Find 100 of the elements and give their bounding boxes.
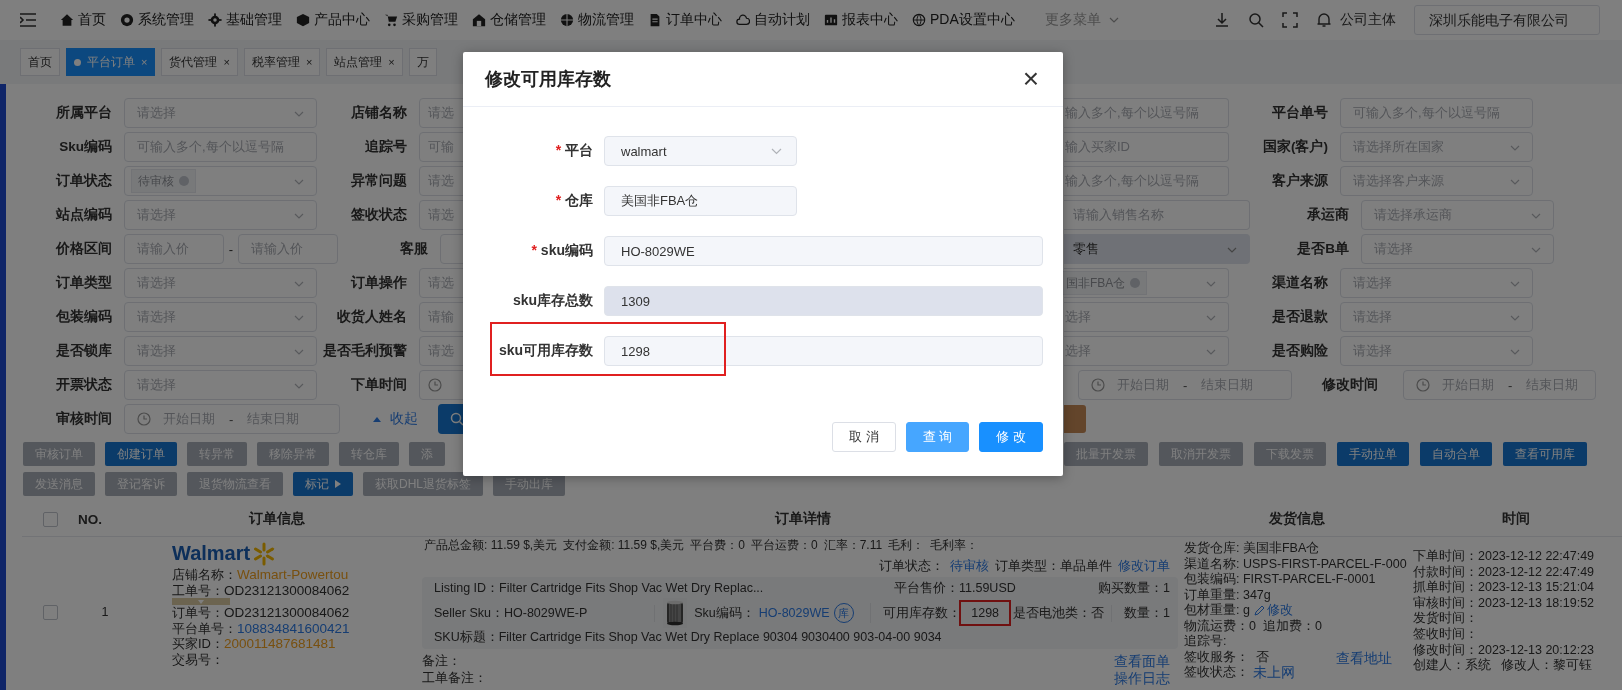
page-tab[interactable]: 税率管理 × [243, 48, 321, 76]
chevron-down-icon [1531, 247, 1541, 253]
filter-label: 国家(客户) [1262, 138, 1328, 156]
page-tab[interactable]: 平台订单 × [66, 48, 156, 76]
sku-link[interactable]: HO-8029WE [758, 606, 830, 620]
nav-menu-item[interactable]: 报表中心 [824, 11, 898, 29]
dialog-button[interactable]: 修 改 [979, 422, 1043, 452]
action-button[interactable]: 标记 [293, 472, 353, 496]
select-all-checkbox[interactable] [42, 511, 58, 527]
nav-menu-item[interactable]: PDA设置中心 [912, 11, 1015, 29]
summary-text: 毛利： [888, 537, 925, 554]
order-field-label: 交易号： [172, 651, 224, 667]
reset-button[interactable] [1064, 405, 1086, 433]
nav-menu-item[interactable]: 仓储管理 [472, 11, 546, 29]
cube-icon [296, 13, 310, 27]
filter-label: 订单类型 [54, 274, 112, 292]
order-field-value: 200011487681481 [224, 636, 336, 652]
dialog-title: 修改可用库存数 [485, 68, 611, 91]
form-label: sku库存总数 [511, 292, 593, 310]
detail-link[interactable]: 操作日志 [1114, 670, 1170, 687]
platform-select[interactable]: walmart [604, 136, 797, 166]
summary-text: 毛利率： [930, 537, 979, 554]
page-tab[interactable]: 首页 [20, 48, 60, 76]
company-select[interactable]: 深圳乐能电子有限公司 [1414, 5, 1600, 35]
input-field[interactable]: HO-8029WE [604, 236, 1043, 266]
column-header: 订单详情 [775, 511, 831, 526]
filter-label: 开票状态 [55, 376, 112, 394]
filter-label: 审核时间 [55, 410, 112, 428]
view-address-link[interactable]: 查看地址 [1336, 651, 1392, 667]
chevron-down-icon [1510, 281, 1520, 287]
summary-text: 产品总金额: 11.59 $,美元 [424, 537, 558, 554]
nav-menu-item[interactable]: 物流管理 [560, 11, 634, 29]
chevron-down-icon [294, 383, 304, 389]
nav-menu-item[interactable]: 基础管理 [208, 11, 282, 29]
page-tab[interactable]: 站点管理 × [326, 48, 403, 76]
time-text: 审核时间：2023-12-13 18:19:52 [1413, 595, 1596, 611]
edit-link[interactable]: 修改 [1253, 603, 1293, 619]
triangle-up-icon [372, 415, 382, 423]
summary-text: 平台费：0 [690, 537, 745, 554]
fullscreen-icon[interactable] [1282, 12, 1298, 28]
shipping-text: 签收服务： 否 [1184, 649, 1269, 665]
time-text: 签收时间： [1413, 626, 1479, 643]
filter-label: 是否B单 [1296, 240, 1349, 258]
search-icon[interactable] [1248, 12, 1264, 28]
nav-menu-item[interactable]: 自动计划 [736, 11, 810, 29]
select-field[interactable]: 零售 [1064, 234, 1250, 264]
caret-down-icon [198, 599, 204, 604]
filter-label: 订单状态 [54, 172, 112, 190]
order-field-value: OD23121300084062 [224, 582, 350, 598]
nav-menu-item[interactable]: 首页 [60, 11, 106, 29]
bell-icon[interactable] [1316, 12, 1332, 28]
filter-label: 签收状态 [350, 206, 407, 224]
chevron-down-icon [294, 349, 304, 355]
input-field[interactable]: 美国非FBA仓 [604, 186, 797, 216]
time-text: 付款时间：2023-12-12 22:47:49 [1413, 564, 1596, 580]
close-button[interactable]: × [1018, 65, 1043, 93]
shipping-text: 物流运费：0 追加费：0 [1184, 618, 1322, 634]
chevron-down-icon [771, 147, 782, 155]
platform-price-text: 平台售价：11.59USD [894, 580, 1017, 597]
action-button[interactable]: 自动合单 [1420, 442, 1492, 466]
clock-icon [428, 378, 442, 392]
filter-label: 订单操作 [349, 274, 407, 292]
dialog-button[interactable]: 取 消 [832, 422, 896, 452]
expand-toggle[interactable] [172, 598, 230, 605]
shipping-text: 订单重量: 347g [1184, 587, 1271, 603]
clear-icon[interactable] [1130, 278, 1141, 288]
nav-menu-item[interactable]: 系统管理 [120, 11, 194, 29]
filter-label: 包装编码 [55, 308, 112, 326]
action-button[interactable]: 创建订单 [105, 442, 177, 466]
row-checkbox[interactable] [42, 604, 58, 620]
chevron-down-icon [1206, 315, 1216, 321]
nav-menu-item[interactable]: 采购管理 [384, 11, 458, 29]
form-label: sku可用库存数 [497, 342, 593, 360]
chevron-down-icon [1206, 281, 1216, 287]
dialog-button[interactable]: 查 询 [905, 422, 970, 452]
action-button[interactable]: 查看可用库 [1503, 442, 1587, 466]
filter-label: 修改时间 [1321, 376, 1378, 394]
cloud-icon [736, 13, 750, 27]
page-tab[interactable]: 货代管理 × [161, 48, 238, 76]
document-icon [648, 13, 662, 27]
chevron-down-icon [1108, 17, 1119, 23]
chevron-down-icon [294, 281, 304, 287]
page-tab[interactable]: 万 [408, 48, 437, 76]
order-field-label: 店铺名称： [172, 567, 237, 583]
action-button[interactable]: 手动拉单 [1337, 442, 1409, 466]
column-header: 时间 [1501, 511, 1530, 526]
summary-text: 平台运费：0 [751, 537, 818, 554]
house-icon [60, 13, 74, 27]
menu-icon[interactable] [20, 13, 36, 27]
collapse-link[interactable]: 收起 [372, 410, 418, 428]
edit-order-link[interactable]: 修改订单 [1118, 558, 1170, 575]
clear-icon[interactable] [179, 176, 189, 186]
nav-menu-item[interactable]: 订单中心 [648, 11, 722, 29]
order-field-label: 订单号： [172, 605, 224, 621]
nav-menu-item[interactable]: 产品中心 [296, 11, 370, 29]
input-field[interactable]: 1298 [604, 336, 1043, 366]
download-icon[interactable] [1214, 12, 1230, 28]
sign-status-link[interactable]: 未上网 [1253, 665, 1295, 681]
detail-link[interactable]: 查看面单 [1114, 653, 1170, 670]
status-value: 待审核 [950, 558, 989, 575]
